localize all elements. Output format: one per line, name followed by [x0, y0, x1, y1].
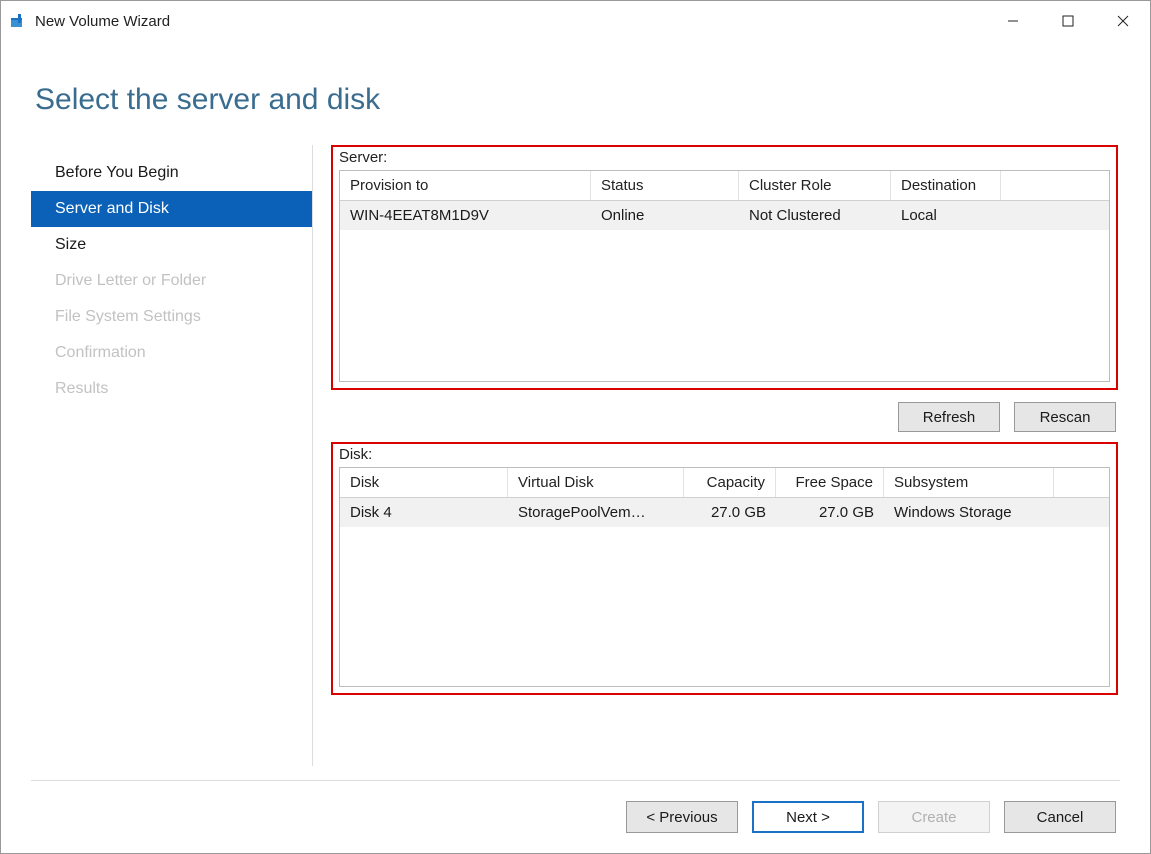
step-confirmation: Confirmation — [31, 335, 312, 371]
cell-destination: Local — [891, 201, 1001, 230]
header-spacer — [1001, 171, 1109, 200]
disk-grid[interactable]: Disk Virtual Disk Capacity Free Space Su… — [339, 467, 1110, 687]
server-grid-body: WIN-4EEAT8M1D9V Online Not Clustered Loc… — [340, 201, 1109, 381]
maximize-button[interactable] — [1040, 1, 1095, 41]
cell-provision-to: WIN-4EEAT8M1D9V — [340, 201, 591, 230]
disk-row[interactable]: Disk 4 StoragePoolVem… 27.0 GB 27.0 GB W… — [340, 498, 1109, 527]
footer-button-bar: < Previous Next > Create Cancel — [1, 781, 1150, 853]
app-icon — [9, 12, 27, 30]
step-before-you-begin[interactable]: Before You Begin — [31, 155, 312, 191]
cell-status: Online — [591, 201, 739, 230]
server-label: Server: — [339, 149, 1110, 166]
header-virtual-disk[interactable]: Virtual Disk — [508, 468, 684, 497]
cell-disk: Disk 4 — [340, 498, 508, 527]
header-subsystem[interactable]: Subsystem — [884, 468, 1054, 497]
cell-spacer — [1001, 201, 1109, 230]
header-spacer-2 — [1054, 468, 1109, 497]
cancel-button[interactable]: Cancel — [1004, 801, 1116, 833]
cell-subsystem: Windows Storage — [884, 498, 1054, 527]
cell-virtual-disk: StoragePoolVem… — [508, 498, 684, 527]
minimize-button[interactable] — [985, 1, 1040, 41]
disk-section: Disk: Disk Virtual Disk Capacity Free Sp… — [331, 442, 1118, 695]
header-provision-to[interactable]: Provision to — [340, 171, 591, 200]
close-button[interactable] — [1095, 1, 1150, 41]
rescan-button[interactable]: Rescan — [1014, 402, 1116, 432]
server-grid-header: Provision to Status Cluster Role Destina… — [340, 171, 1109, 201]
step-results: Results — [31, 371, 312, 407]
cell-free-space: 27.0 GB — [776, 498, 884, 527]
header-cluster-role[interactable]: Cluster Role — [739, 171, 891, 200]
next-button[interactable]: Next > — [752, 801, 864, 833]
header-destination[interactable]: Destination — [891, 171, 1001, 200]
cell-cluster-role: Not Clustered — [739, 201, 891, 230]
disk-label: Disk: — [339, 446, 1110, 463]
page-title: Select the server and disk — [35, 83, 1120, 117]
cell-spacer-2 — [1054, 498, 1109, 527]
disk-grid-body: Disk 4 StoragePoolVem… 27.0 GB 27.0 GB W… — [340, 498, 1109, 686]
main-row: Before You Begin Server and Disk Size Dr… — [31, 145, 1120, 781]
panel: Server: Provision to Status Cluster Role… — [313, 145, 1120, 766]
titlebar: New Volume Wizard — [1, 1, 1150, 41]
content-area: Select the server and disk Before You Be… — [1, 41, 1150, 781]
create-button: Create — [878, 801, 990, 833]
wizard-window: New Volume Wizard Select the server and … — [0, 0, 1151, 854]
header-free-space[interactable]: Free Space — [776, 468, 884, 497]
server-section: Server: Provision to Status Cluster Role… — [331, 145, 1118, 390]
step-drive-letter-or-folder: Drive Letter or Folder — [31, 263, 312, 299]
server-grid[interactable]: Provision to Status Cluster Role Destina… — [339, 170, 1110, 382]
header-status[interactable]: Status — [591, 171, 739, 200]
mid-button-row: Refresh Rescan — [331, 400, 1118, 442]
cell-capacity: 27.0 GB — [684, 498, 776, 527]
step-file-system-settings: File System Settings — [31, 299, 312, 335]
header-disk[interactable]: Disk — [340, 468, 508, 497]
header-capacity[interactable]: Capacity — [684, 468, 776, 497]
step-server-and-disk[interactable]: Server and Disk — [31, 191, 312, 227]
disk-grid-header: Disk Virtual Disk Capacity Free Space Su… — [340, 468, 1109, 498]
previous-button[interactable]: < Previous — [626, 801, 738, 833]
window-title: New Volume Wizard — [35, 13, 985, 30]
wizard-steps-sidebar: Before You Begin Server and Disk Size Dr… — [31, 145, 313, 766]
server-row[interactable]: WIN-4EEAT8M1D9V Online Not Clustered Loc… — [340, 201, 1109, 230]
refresh-button[interactable]: Refresh — [898, 402, 1000, 432]
step-size[interactable]: Size — [31, 227, 312, 263]
